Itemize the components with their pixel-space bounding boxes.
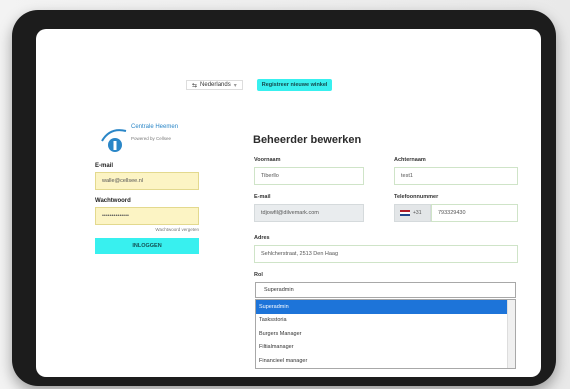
- role-option[interactable]: Filtialmanager: [256, 341, 515, 355]
- login-button[interactable]: INLOGGEN: [95, 238, 199, 254]
- brand-logo: Centrale Heemen Powered by Cellsee: [96, 121, 196, 159]
- role-option[interactable]: Tasksstoria: [256, 314, 515, 328]
- chevron-down-icon: ▾: [233, 82, 237, 89]
- language-label: Nederlands: [200, 82, 231, 88]
- last-name-input[interactable]: test1: [394, 167, 518, 185]
- role-option[interactable]: Burgers Manager: [256, 327, 515, 341]
- first-name-input[interactable]: Tiberllo: [254, 167, 364, 185]
- flag-nl-icon: [400, 209, 410, 217]
- brand-name: Centrale Heemen: [131, 124, 179, 130]
- page-title: Beheerder bewerken: [253, 134, 362, 146]
- phone-prefix-label: +31: [413, 210, 422, 216]
- role-dropdown: Superadmin Tasksstoria Burgers Manager Filt…: [255, 299, 516, 369]
- logo-icon: [101, 129, 127, 152]
- phone-label: Telefoonnummer: [394, 194, 439, 200]
- role-option[interactable]: Superadmin: [256, 300, 515, 314]
- last-name-label: Achternaam: [394, 157, 426, 163]
- phone-input[interactable]: 793329430: [431, 204, 518, 222]
- login-password-input[interactable]: ••••••••••••••: [95, 207, 199, 225]
- role-option[interactable]: Financieel manager: [256, 354, 515, 368]
- translate-icon: ⇆: [192, 82, 198, 89]
- email-field: tdjowfil@dilvemark.com: [254, 204, 364, 222]
- password-label: Wachtwoord: [95, 198, 131, 204]
- phone-country-select[interactable]: +31: [394, 204, 431, 222]
- forgot-password-link[interactable]: Wachtwoord vergeten: [95, 227, 199, 232]
- role-label: Rol: [254, 272, 263, 278]
- address-label: Adres: [254, 235, 270, 241]
- email-label: E-mail: [95, 163, 114, 169]
- tablet-frame: ⇆ Nederlands ▾ Registreer nieuwe winkel …: [12, 10, 556, 386]
- brand-powered-by: Powered by Cellsee: [131, 136, 172, 141]
- top-bar: ⇆ Nederlands ▾ Registreer nieuwe winkel: [186, 78, 333, 92]
- role-select[interactable]: Superadmin: [255, 282, 516, 298]
- email-field-label: E-mail: [254, 194, 271, 200]
- register-store-button[interactable]: Registreer nieuwe winkel: [256, 79, 333, 91]
- address-input[interactable]: Sehlcherstraat, 2513 Den Haag: [254, 245, 518, 263]
- login-email-input[interactable]: walle@cellsee.nl: [95, 172, 199, 190]
- screen: ⇆ Nederlands ▾ Registreer nieuwe winkel …: [36, 29, 541, 377]
- language-select[interactable]: ⇆ Nederlands ▾: [186, 80, 243, 90]
- login-form: E-mail walle@cellsee.nl Wachtwoord •••••…: [95, 163, 199, 254]
- first-name-label: Voornaam: [254, 157, 281, 163]
- dropdown-scrollbar[interactable]: [507, 300, 515, 368]
